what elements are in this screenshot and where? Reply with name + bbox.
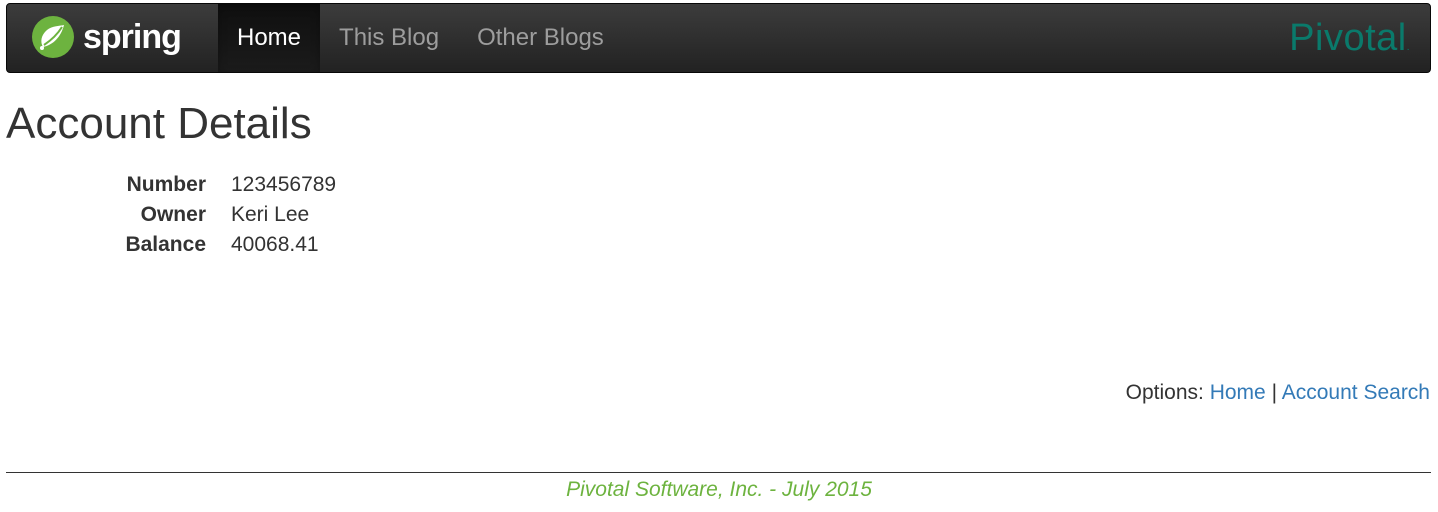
number-label: Number (126, 173, 206, 196)
owner-label: Owner (140, 203, 206, 226)
detail-row-balance: Balance 40068.41 (110, 230, 336, 260)
nav-home[interactable]: Home (218, 4, 321, 72)
pivotal-logo: Pivotal. (1289, 18, 1410, 58)
options-separator: | (1271, 381, 1278, 404)
options-home-link[interactable]: Home (1210, 381, 1266, 404)
pivotal-logo-mark: . (1406, 42, 1410, 53)
options-account-search-link[interactable]: Account Search (1282, 381, 1430, 404)
main-nav: Home This Blog Other Blogs (218, 4, 623, 72)
detail-row-owner: Owner Keri Lee (110, 200, 336, 230)
brand-name: spring (83, 18, 182, 56)
spring-leaf-icon (32, 16, 74, 58)
balance-value: 40068.41 (231, 233, 319, 256)
owner-value: Keri Lee (231, 203, 310, 226)
spring-brand[interactable]: spring (31, 15, 182, 59)
footer-divider (6, 472, 1431, 473)
options-label: Options: (1125, 381, 1204, 404)
pivotal-logo-text: Pivotal (1289, 17, 1407, 59)
options-bar: Options: Home | Account Search (1126, 378, 1430, 408)
detail-row-number: Number 123456789 (110, 170, 336, 200)
page-title: Account Details (6, 99, 312, 148)
nav-other-blogs[interactable]: Other Blogs (458, 4, 623, 72)
account-details-list: Number 123456789 Owner Keri Lee Balance … (110, 170, 336, 260)
balance-label: Balance (125, 233, 206, 256)
footer-text: Pivotal Software, Inc. - July 2015 (566, 478, 872, 501)
number-value: 123456789 (231, 173, 337, 196)
top-navbar: spring Home This Blog Other Blogs Pivota… (6, 3, 1431, 73)
nav-this-blog[interactable]: This Blog (320, 4, 458, 72)
